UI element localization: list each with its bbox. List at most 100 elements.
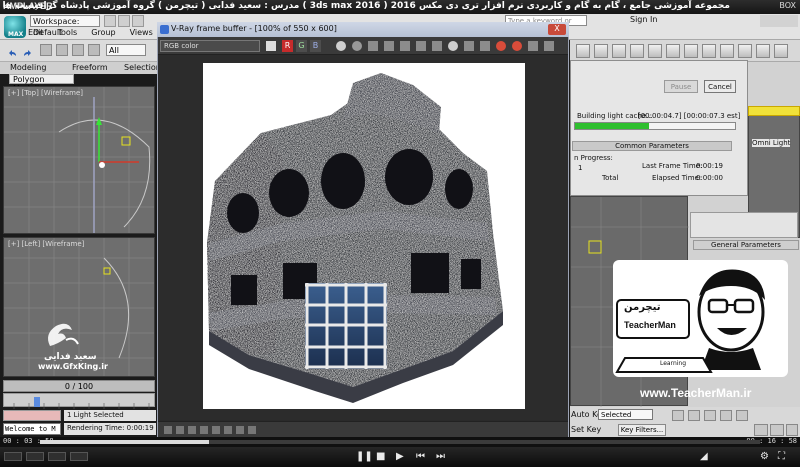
- align-icon[interactable]: [576, 44, 590, 58]
- pause-button[interactable]: Pause: [664, 80, 698, 93]
- play-animation-icon[interactable]: [704, 410, 716, 421]
- frame-col-1: 1: [578, 164, 583, 172]
- go-to-end-icon[interactable]: [736, 410, 748, 421]
- lut-icon[interactable]: [224, 426, 232, 434]
- player-settings-icon[interactable]: ⚙: [760, 451, 769, 462]
- material-editor-icon[interactable]: [666, 44, 680, 58]
- viewport-top-label[interactable]: [+] [Top] [Wireframe]: [8, 89, 83, 97]
- player-stop-icon[interactable]: ■: [376, 451, 385, 462]
- player-volume-icon[interactable]: ◢: [700, 451, 708, 462]
- mono-icon[interactable]: [352, 41, 362, 51]
- pan-icon[interactable]: [770, 424, 784, 436]
- history-icon[interactable]: [528, 41, 538, 51]
- render-icon[interactable]: [512, 41, 522, 51]
- tab-selection[interactable]: Selection: [124, 63, 161, 72]
- rendered-frame-icon[interactable]: [702, 44, 716, 58]
- copy-icon[interactable]: [416, 41, 426, 51]
- activeshade-icon[interactable]: [774, 44, 788, 58]
- player-play-icon[interactable]: ▶: [396, 451, 404, 462]
- red-channel-button[interactable]: R: [282, 40, 293, 52]
- maxscript-listener[interactable]: [3, 410, 61, 421]
- viewport-top[interactable]: [+] [Top] [Wireframe]: [3, 86, 155, 234]
- teacher-tagline: Learning: [660, 360, 687, 367]
- region-render-icon[interactable]: [432, 41, 442, 51]
- teacherman-logo-icon: [613, 260, 788, 377]
- general-parameters-rollout[interactable]: General Parameters: [693, 240, 799, 250]
- new-file-icon[interactable]: [104, 15, 116, 27]
- menu-group[interactable]: Group: [91, 28, 115, 39]
- curve-editor-icon[interactable]: [630, 44, 644, 58]
- workspace-dropdown[interactable]: Workspace: Default: [30, 15, 100, 37]
- redo-icon[interactable]: [22, 44, 34, 56]
- selection-filter-dropdown[interactable]: All: [106, 44, 146, 56]
- render-setup-icon[interactable]: [684, 44, 698, 58]
- key-filters-button[interactable]: Key Filters...: [618, 424, 666, 436]
- teapot-icon[interactable]: [738, 44, 752, 58]
- zoom-icon[interactable]: [754, 424, 768, 436]
- menu-edit[interactable]: Edit: [28, 28, 44, 39]
- render-production-icon[interactable]: [720, 44, 734, 58]
- clear-icon[interactable]: [400, 41, 410, 51]
- viewport-left-label[interactable]: [+] [Left] [Wireframe]: [8, 240, 84, 248]
- green-channel-button[interactable]: G: [296, 40, 307, 52]
- channel-dropdown[interactable]: RGB color: [160, 40, 260, 52]
- undo-icon[interactable]: [6, 44, 18, 56]
- layer-icon[interactable]: [594, 44, 608, 58]
- background-icon[interactable]: [212, 426, 220, 434]
- orbit-icon[interactable]: [786, 424, 798, 436]
- next-frame-icon[interactable]: [720, 410, 732, 421]
- menu-tools[interactable]: Tools: [58, 28, 78, 39]
- previous-frame-icon[interactable]: [688, 410, 700, 421]
- levels-icon[interactable]: [188, 426, 196, 434]
- alpha-channel-icon[interactable]: [336, 41, 346, 51]
- bind-icon[interactable]: [72, 44, 84, 56]
- object-color-swatch[interactable]: [748, 106, 800, 116]
- maxscript-input[interactable]: Welcome to M: [3, 423, 61, 435]
- pixel-info-icon[interactable]: [480, 41, 490, 51]
- player-pause-icon[interactable]: ❚❚: [356, 451, 373, 462]
- exposure-icon[interactable]: [176, 426, 184, 434]
- time-slider[interactable]: 0 / 100: [3, 380, 155, 392]
- open-file-icon[interactable]: [118, 15, 130, 27]
- unlink-icon[interactable]: [56, 44, 68, 56]
- rendered-image: [203, 63, 525, 409]
- player-3d-icon[interactable]: [48, 452, 66, 461]
- stop-render-icon[interactable]: [496, 41, 506, 51]
- load-icon[interactable]: [384, 41, 394, 51]
- key-selection-dropdown[interactable]: Selected: [598, 409, 653, 420]
- curve-icon[interactable]: [200, 426, 208, 434]
- save-image-icon[interactable]: [266, 41, 276, 51]
- menu-views[interactable]: Views: [130, 28, 153, 39]
- polygon-modeling-panel[interactable]: Polygon Modeling: [9, 74, 74, 93]
- lens-effects-icon[interactable]: [544, 41, 554, 51]
- cancel-button[interactable]: Cancel: [704, 80, 736, 93]
- link-icon[interactable]: [40, 44, 52, 56]
- save-icon[interactable]: [368, 41, 378, 51]
- tab-freeform[interactable]: Freeform: [72, 63, 108, 72]
- schematic-icon[interactable]: [648, 44, 662, 58]
- set-key-button[interactable]: Set Key: [571, 425, 601, 434]
- sign-in-link[interactable]: Sign In: [630, 15, 657, 24]
- render-iterative-icon[interactable]: [756, 44, 770, 58]
- srgb-icon[interactable]: [248, 426, 256, 434]
- player-menu-icon[interactable]: [4, 452, 22, 461]
- common-parameters-rollout[interactable]: Common Parameters: [572, 141, 732, 151]
- ocio-icon[interactable]: [236, 426, 244, 434]
- close-button[interactable]: X: [548, 24, 566, 35]
- track-bar[interactable]: [3, 393, 155, 409]
- color-correction-icon[interactable]: [164, 426, 172, 434]
- player-playlist-icon[interactable]: [26, 452, 44, 461]
- player-next-icon[interactable]: ⏭: [436, 451, 445, 462]
- track-mouse-icon[interactable]: [448, 41, 458, 51]
- player-vr-icon[interactable]: [70, 452, 88, 461]
- graphite-icon[interactable]: [612, 44, 626, 58]
- player-prev-icon[interactable]: ⏮: [416, 451, 425, 462]
- save-file-icon[interactable]: [132, 15, 144, 27]
- player-fullscreen-icon[interactable]: ⛶: [778, 451, 785, 462]
- window-controls[interactable]: [760, 15, 798, 27]
- bind-spacewarp-icon[interactable]: [88, 44, 100, 56]
- blue-channel-button[interactable]: B: [310, 40, 321, 52]
- go-to-start-icon[interactable]: [672, 410, 684, 421]
- link-to-vfb-icon[interactable]: [464, 41, 474, 51]
- tab-modeling[interactable]: Modeling: [10, 63, 46, 72]
